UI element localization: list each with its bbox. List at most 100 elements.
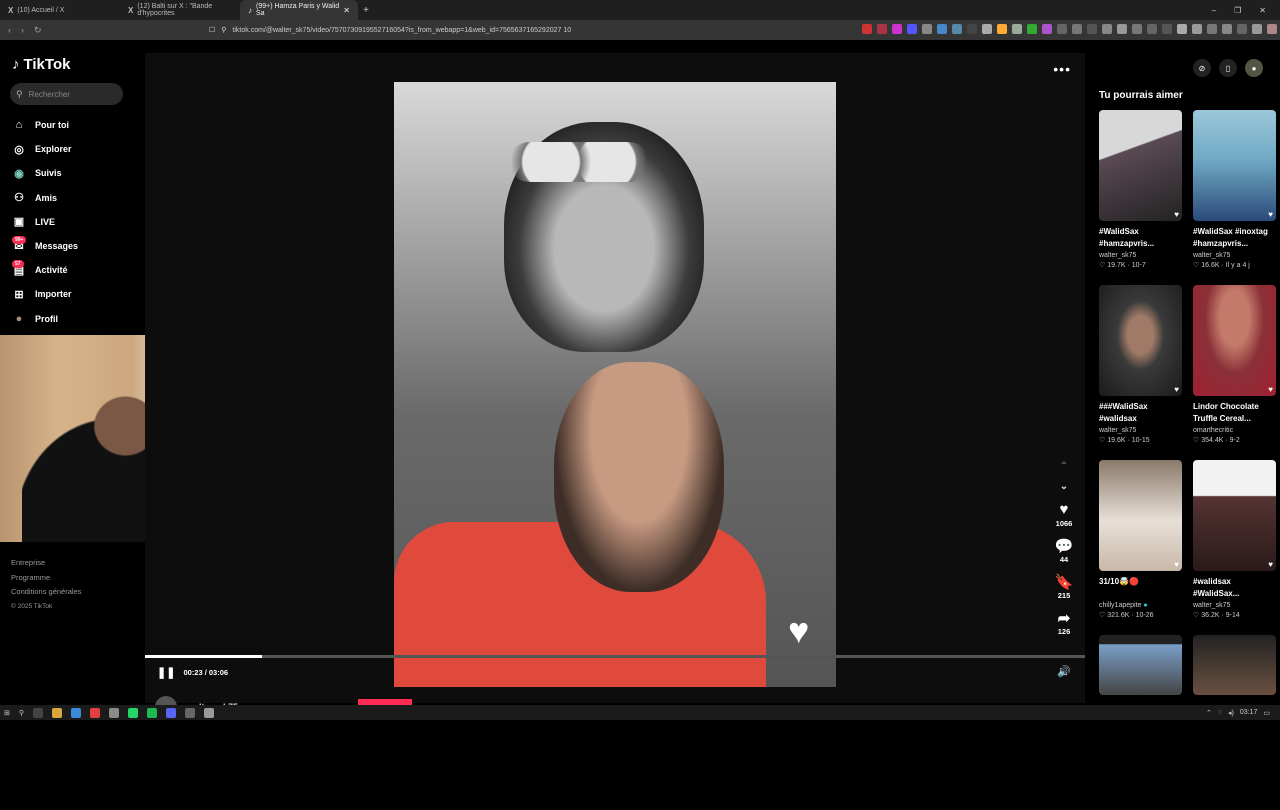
extension-icon[interactable] <box>1012 24 1022 34</box>
more-options-icon[interactable]: ••• <box>1053 61 1071 77</box>
video-progress-bar[interactable] <box>145 655 1085 658</box>
video-frame[interactable]: ♥ <box>394 82 836 687</box>
sidebar-item-profil[interactable]: ● Profil <box>12 307 132 331</box>
reload-icon[interactable]: ↻ <box>34 25 42 36</box>
extension-icon[interactable] <box>1207 24 1217 34</box>
video-thumbnail[interactable]: ♥ <box>1193 460 1276 571</box>
minimize-button[interactable]: – <box>1212 6 1216 15</box>
tiktok-logo[interactable]: ♪ TikTok <box>12 56 70 73</box>
sidebar-item-messages[interactable]: ✉ 99+ Messages <box>12 234 132 258</box>
extension-icon[interactable] <box>1072 24 1082 34</box>
video-thumbnail[interactable]: ♥ <box>1193 110 1276 221</box>
volume-icon[interactable]: ◂) <box>1228 709 1234 717</box>
chevron-up-icon[interactable]: ⌃ <box>1206 709 1212 717</box>
extension-icon[interactable] <box>1117 24 1127 34</box>
browser-tab-1[interactable]: X (10) Accueil / X <box>0 0 120 20</box>
user-avatar-icon[interactable]: ● <box>1245 59 1263 77</box>
search-icon[interactable]: ⚲ <box>19 709 24 717</box>
recommendation-card[interactable]: ♥ #WalidSax #hamzapvris... walter_sk75 ♡… <box>1099 110 1182 285</box>
bookmark-icon[interactable]: ☐ <box>209 26 215 34</box>
discord-icon[interactable] <box>166 707 177 718</box>
sidebar-item-suivis[interactable]: ◉ Suivis <box>12 161 132 185</box>
new-tab-button[interactable]: + <box>358 5 374 16</box>
footer-link-programme[interactable]: Programme <box>11 571 81 586</box>
recommendation-card[interactable] <box>1193 635 1276 810</box>
network-icon[interactable]: ◌ <box>1218 709 1222 716</box>
video-thumbnail[interactable]: ♥ <box>1099 110 1182 221</box>
video-author[interactable]: walter_sk75 <box>1193 602 1276 609</box>
extension-icon[interactable] <box>1177 24 1187 34</box>
extension-icon[interactable] <box>1252 24 1262 34</box>
extension-icon[interactable] <box>1162 24 1172 34</box>
sidebar-item-pour-toi[interactable]: ⌂ Pour toi <box>12 113 132 137</box>
forward-icon[interactable]: › <box>21 25 24 36</box>
video-author[interactable]: walter_sk75 <box>1099 252 1182 259</box>
chevron-down-icon[interactable]: ⌄ <box>1060 481 1068 501</box>
video-author[interactable]: walter_sk75 <box>1099 427 1182 434</box>
recommendation-card[interactable]: ♥ Lindor Chocolate Truffle Cereal... oma… <box>1193 285 1276 460</box>
video-thumbnail[interactable]: ♥ <box>1099 460 1182 571</box>
app-icon[interactable] <box>71 707 82 718</box>
pause-icon[interactable]: ❚❚ <box>157 666 175 679</box>
sidebar-item-importer[interactable]: ⊞ Importer <box>12 282 132 306</box>
extension-icon[interactable] <box>1027 24 1037 34</box>
video-author[interactable]: walter_sk75 <box>1193 252 1276 259</box>
notification-icon[interactable]: ▭ <box>1263 709 1270 717</box>
share-button[interactable]: ➦ 126 <box>1058 609 1071 645</box>
extension-icon[interactable] <box>1042 24 1052 34</box>
sidebar-item-activite[interactable]: ▤ 57 Activité <box>12 258 132 282</box>
recommendation-card[interactable] <box>1099 635 1182 810</box>
extension-icon[interactable] <box>1192 24 1202 34</box>
close-window-button[interactable]: ✕ <box>1259 6 1266 15</box>
device-icon[interactable]: ▯ <box>1219 59 1237 77</box>
extension-icon[interactable] <box>1237 24 1247 34</box>
app-icon[interactable] <box>109 707 120 718</box>
extension-icon[interactable] <box>892 24 902 34</box>
recommendation-card[interactable]: ♥ #walidsax #WalidSax... walter_sk75 ♡ 3… <box>1193 460 1276 635</box>
app-icon[interactable] <box>204 707 215 718</box>
extension-icon[interactable] <box>997 24 1007 34</box>
video-thumbnail[interactable]: ♥ <box>1193 285 1276 396</box>
extension-icon[interactable] <box>1132 24 1142 34</box>
extension-icon[interactable] <box>982 24 992 34</box>
search-bar[interactable]: ⚲ <box>10 83 123 105</box>
extension-icon[interactable] <box>877 24 887 34</box>
chevron-up-icon[interactable]: ⌃ <box>1060 461 1068 481</box>
extension-icon[interactable] <box>1102 24 1112 34</box>
comment-button[interactable]: 💬 44 <box>1055 537 1074 573</box>
video-author[interactable]: chilly1apepite ● <box>1099 602 1182 609</box>
extension-icon[interactable] <box>952 24 962 34</box>
windows-start-icon[interactable]: ⊞ <box>4 709 10 717</box>
sidebar-item-live[interactable]: ▣ LIVE <box>12 210 132 234</box>
site-info-icon[interactable]: ⚲ <box>221 26 226 34</box>
sidebar-item-amis[interactable]: ⚇ Amis <box>12 186 132 210</box>
extension-icon[interactable] <box>1222 24 1232 34</box>
extension-icon[interactable] <box>1087 24 1097 34</box>
compass-icon[interactable]: ⊘ <box>1193 59 1211 77</box>
video-thumbnail[interactable] <box>1099 635 1182 695</box>
footer-link-conditions[interactable]: Conditions générales <box>11 585 81 600</box>
url-field[interactable]: ☐ ⚲ tiktok.com/@walter_sk75/video/757073… <box>205 22 765 38</box>
back-icon[interactable]: ‹ <box>8 25 11 36</box>
save-button[interactable]: 🔖 215 <box>1055 573 1074 609</box>
browser-tab-2[interactable]: X (12) Balti sur X : "Bande d'hypocrites <box>120 0 240 20</box>
extension-icon[interactable] <box>862 24 872 34</box>
extension-icon[interactable] <box>937 24 947 34</box>
extension-icon[interactable] <box>967 24 977 34</box>
app-icon[interactable] <box>185 707 196 718</box>
maximize-button[interactable]: ❐ <box>1234 6 1241 15</box>
file-explorer-icon[interactable] <box>52 707 63 718</box>
sidebar-item-explorer[interactable]: ◎ Explorer <box>12 137 132 161</box>
like-button[interactable]: ♥ 1066 <box>1056 501 1073 537</box>
video-thumbnail[interactable] <box>1193 635 1276 695</box>
volume-icon[interactable]: 🔊 <box>1057 665 1071 678</box>
spotify-icon[interactable] <box>147 707 158 718</box>
profile-avatar-icon[interactable] <box>1267 24 1277 34</box>
recommendation-card[interactable]: ♥ #WalidSax #inoxtag #hamzapvris... walt… <box>1193 110 1276 285</box>
search-input[interactable] <box>28 89 119 99</box>
recommendation-card[interactable]: ♥ ###WalidSax #walidsax walter_sk75 ♡ 19… <box>1099 285 1182 460</box>
video-player[interactable]: ••• ♥ ⌃ ⌄ ♥ 1066 💬 44 🔖 215 ➦ 126 ❚❚ 00:… <box>145 53 1085 703</box>
browser-icon[interactable] <box>90 707 101 718</box>
close-tab-icon[interactable]: ✕ <box>343 6 350 15</box>
browser-tab-3-active[interactable]: ♪ (99+) Hamza Paris y Walid Sa ✕ <box>240 0 358 20</box>
